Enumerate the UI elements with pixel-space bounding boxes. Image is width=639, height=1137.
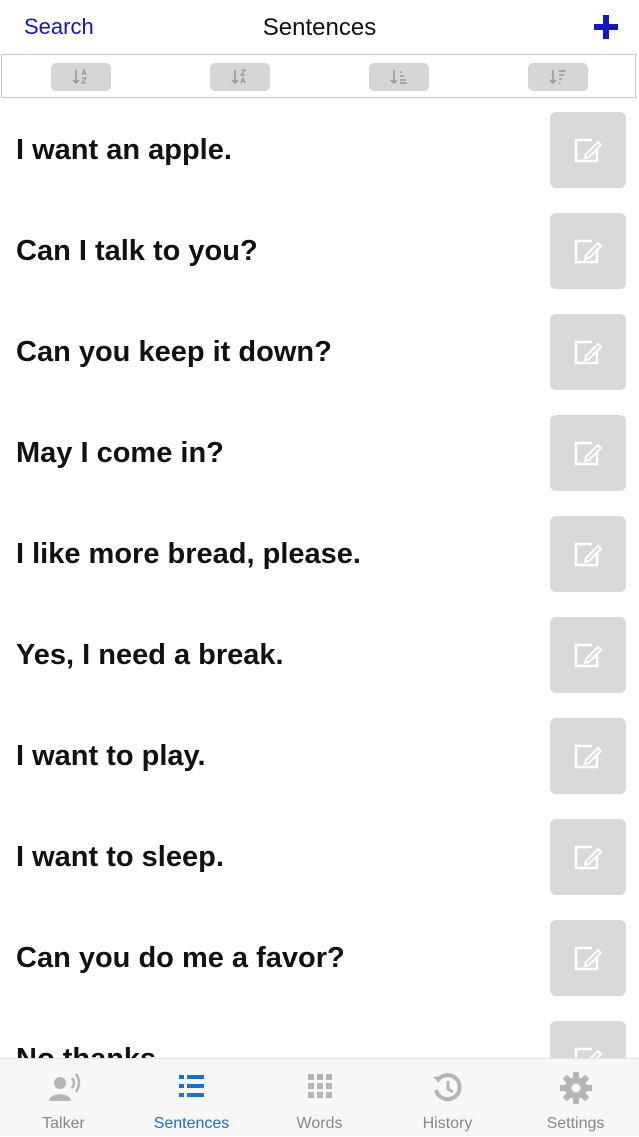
sort-numeric-asc-button[interactable] xyxy=(369,63,429,91)
sentence-row[interactable]: No thanks. xyxy=(0,1009,639,1058)
page-title: Sentences xyxy=(262,14,377,41)
edit-icon xyxy=(574,744,603,769)
sentence-row[interactable]: Yes, I need a break. xyxy=(0,605,639,706)
plus-icon xyxy=(594,15,618,39)
tab-talker[interactable]: Talker xyxy=(0,1059,127,1137)
history-icon xyxy=(384,1071,511,1105)
edit-icon xyxy=(574,643,603,668)
sentence-row[interactable]: Can you keep it down? xyxy=(0,302,639,403)
edit-button[interactable] xyxy=(550,314,626,390)
tab-words[interactable]: Words xyxy=(256,1059,383,1137)
sentence-text: May I come in? xyxy=(16,437,224,469)
sentence-row[interactable]: I want an apple. xyxy=(0,100,639,201)
sentence-text: I want to play. xyxy=(16,740,206,772)
sort-alpha-asc-button[interactable] xyxy=(51,63,111,91)
tab-label: Words xyxy=(296,1115,343,1132)
edit-button[interactable] xyxy=(550,213,626,289)
edit-icon xyxy=(574,239,603,264)
sort-alpha-desc-icon xyxy=(231,69,247,85)
edit-icon xyxy=(574,542,603,567)
sort-numeric-desc-icon xyxy=(549,70,566,85)
edit-button[interactable] xyxy=(550,920,626,996)
tab-label: Settings xyxy=(546,1115,605,1132)
sort-numeric-asc-icon xyxy=(390,70,407,85)
edit-button[interactable] xyxy=(550,819,626,895)
edit-icon xyxy=(574,946,603,971)
sentence-row[interactable]: May I come in? xyxy=(0,403,639,504)
navigation-bar: Search Sentences xyxy=(0,0,639,56)
sentence-row[interactable]: I want to sleep. xyxy=(0,807,639,908)
sentence-text: I like more bread, please. xyxy=(16,538,361,570)
sort-toolbar xyxy=(1,54,636,98)
edit-icon xyxy=(574,340,603,365)
gear-icon xyxy=(512,1071,639,1105)
grid-icon xyxy=(256,1071,383,1105)
sort-alpha-desc-button[interactable] xyxy=(210,63,270,91)
sort-alpha-asc-icon xyxy=(72,68,88,85)
tab-settings[interactable]: Settings xyxy=(512,1059,639,1137)
add-sentence-button[interactable] xyxy=(591,12,621,42)
list-icon xyxy=(128,1071,255,1105)
edit-button[interactable] xyxy=(550,718,626,794)
tab-label: History xyxy=(422,1115,473,1132)
edit-button[interactable] xyxy=(550,415,626,491)
edit-icon xyxy=(574,1047,603,1058)
tab-history[interactable]: History xyxy=(384,1059,511,1137)
sentence-text: I want to sleep. xyxy=(16,841,224,873)
sentence-text: I want an apple. xyxy=(16,134,232,166)
sentence-list: I want an apple. Can I talk to you? Can … xyxy=(0,100,639,1058)
sentence-text: Can I talk to you? xyxy=(16,235,258,267)
edit-button[interactable] xyxy=(550,1021,626,1058)
tab-label: Sentences xyxy=(153,1115,230,1132)
edit-icon xyxy=(574,845,603,870)
sort-numeric-desc-button[interactable] xyxy=(528,63,588,91)
sentence-row[interactable]: I like more bread, please. xyxy=(0,504,639,605)
sentence-text: Yes, I need a break. xyxy=(16,639,284,671)
sentence-text: No thanks. xyxy=(16,1009,164,1058)
sentence-row[interactable]: Can I talk to you? xyxy=(0,201,639,302)
edit-button[interactable] xyxy=(550,617,626,693)
sentence-text: Can you keep it down? xyxy=(16,336,332,368)
talker-icon xyxy=(0,1071,127,1105)
tab-bar: Talker Sentences Words History Settings xyxy=(0,1058,639,1136)
edit-icon xyxy=(574,441,603,466)
edit-icon xyxy=(574,138,603,163)
tab-label: Talker xyxy=(42,1115,85,1132)
sentence-row[interactable]: Can you do me a favor? xyxy=(0,908,639,1009)
tab-sentences[interactable]: Sentences xyxy=(128,1059,255,1137)
sentence-row[interactable]: I want to play. xyxy=(0,706,639,807)
sentence-text: Can you do me a favor? xyxy=(16,942,345,974)
edit-button[interactable] xyxy=(550,112,626,188)
edit-button[interactable] xyxy=(550,516,626,592)
